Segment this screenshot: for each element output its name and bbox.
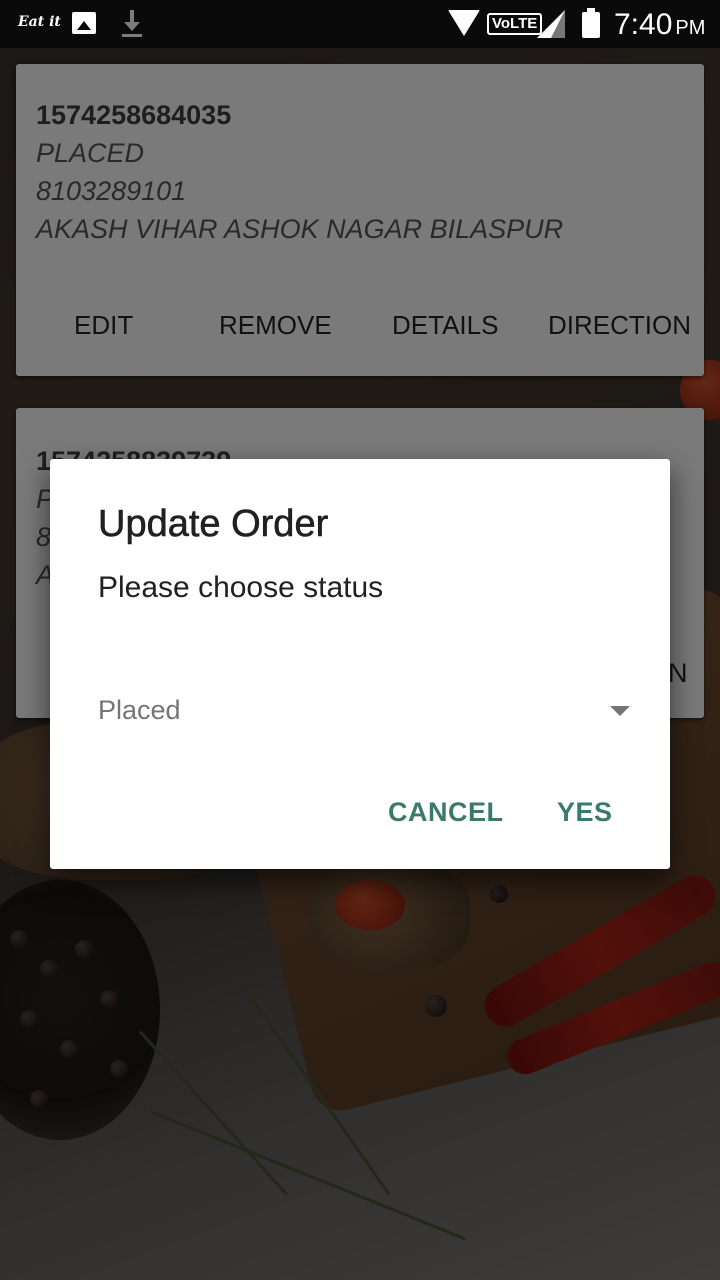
yes-button[interactable]: YES (557, 797, 613, 828)
volte-icon: VoLTE (487, 13, 543, 35)
status-spinner-value: Placed (98, 695, 181, 725)
order-address: AKASH VIHAR ASHOK NAGAR BILASPUR (36, 214, 564, 244)
order-card[interactable]: 1574258684035 PLACED 8103289101 AKASH VI… (16, 64, 704, 376)
battery-icon (582, 8, 600, 38)
status-bar: Eat it VoLTE 7:40 PM (0, 0, 720, 48)
signal-empty-bars (551, 10, 565, 38)
app-notification-icon: Eat it (18, 14, 61, 30)
status-spinner[interactable]: Placed (98, 685, 638, 737)
direction-button[interactable]: N (668, 658, 688, 689)
cancel-button[interactable]: CANCEL (388, 797, 504, 828)
image-notification-icon (72, 12, 96, 34)
remove-button[interactable]: REMOVE (219, 310, 332, 341)
dialog-message: Please choose status (98, 571, 384, 604)
dropdown-arrow-icon (610, 706, 630, 716)
order-id: 1574258684035 (36, 100, 232, 130)
dialog-title: Update Order (98, 503, 329, 546)
clock: 7:40 PM (614, 8, 705, 42)
wifi-icon (448, 10, 480, 38)
details-button[interactable]: DETAILS (392, 310, 498, 341)
clock-ampm: PM (675, 17, 706, 39)
update-order-dialog: Update Order Please choose status Placed… (50, 459, 670, 869)
download-icon (120, 10, 144, 38)
direction-button[interactable]: DIRECTION (548, 310, 691, 341)
order-status: PLACED (36, 138, 145, 168)
order-actions: EDIT REMOVE DETAILS DIRECTION (16, 310, 704, 350)
clock-time: 7:40 (614, 8, 673, 41)
order-phone: 8103289101 (36, 176, 187, 206)
order-phone: 8 (36, 522, 52, 552)
edit-button[interactable]: EDIT (74, 310, 133, 341)
